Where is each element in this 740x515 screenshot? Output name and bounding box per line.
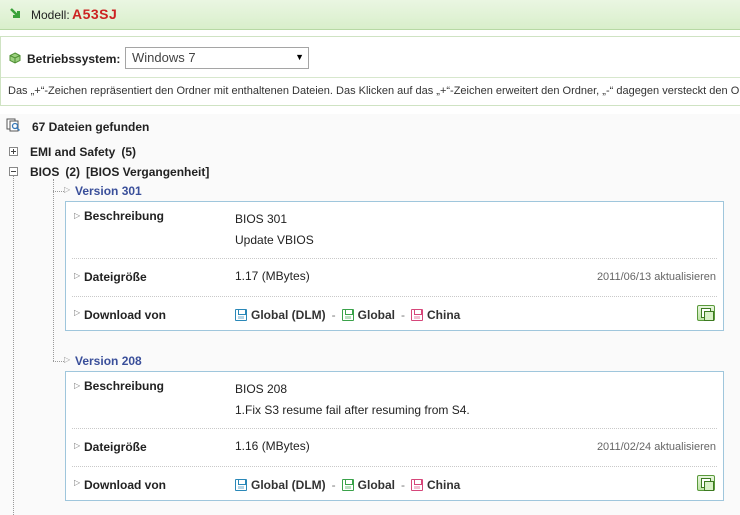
download-link-china[interactable]: China [411,478,460,492]
download-link-global[interactable]: Global [341,308,395,322]
category-bios[interactable]: BIOS (2) [BIOS Vergangenheit] [30,165,209,179]
os-select[interactable]: Windows 7 ▼ [125,47,309,69]
download-label: Download von [84,478,166,492]
save-disk-icon [411,309,423,321]
category-count: (5) [121,145,137,159]
description-row: ▷ Beschreibung BIOS 208 1.Fix S3 resume … [66,372,723,428]
row-bullet-icon: ▷ [74,381,81,390]
update-date: 2011/02/24 aktualisieren [596,441,716,453]
files-found-count: 67 Dateien gefunden [32,120,150,134]
description-label: Beschreibung [84,209,165,223]
download-link-china[interactable]: China [411,308,460,322]
category-name: EMI and Safety [30,145,116,159]
tree-arrow-icon: ▷ [64,355,71,364]
category-count: (2) [65,165,81,179]
save-disk-icon [235,479,247,491]
save-disk-icon [235,309,247,321]
filesize-value: 1.17 (MBytes) [235,269,310,283]
category-name: BIOS [30,165,60,179]
tree-line [13,176,14,515]
green-arrow-icon [10,8,20,18]
tree-arrow-icon: ▷ [64,185,71,194]
version-title[interactable]: Version 208 [75,354,142,368]
row-bullet-icon: ▷ [74,441,81,450]
version-detail-box: ▷ Beschreibung BIOS 208 1.Fix S3 resume … [65,371,724,501]
download-row: ▷ Download von Global (DLM) - Global - China [66,297,723,331]
save-disk-icon [341,309,354,321]
version-detail-box: ▷ Beschreibung BIOS 301 Update VBIOS ▷ D… [65,201,724,331]
filesize-label: Dateigröße [84,270,147,284]
download-link-global-dlm[interactable]: Global (DLM) [235,308,326,322]
search-files-icon [6,118,21,132]
row-bullet-icon: ▷ [74,211,81,220]
update-date: 2011/06/13 aktualisieren [596,271,716,283]
description-row: ▷ Beschreibung BIOS 301 Update VBIOS [66,202,723,258]
version-title[interactable]: Version 301 [75,184,142,198]
filesize-row: ▷ Dateigröße 1.17 (MBytes) 2011/06/13 ak… [66,259,723,296]
description-label: Beschreibung [84,379,165,393]
description-line: BIOS 208 [235,382,288,396]
download-label: Download von [84,308,166,322]
download-row: ▷ Download von Global (DLM) - Global - China [66,467,723,501]
tree-line [53,179,54,361]
row-bullet-icon: ▷ [74,308,81,317]
model-label: Modell: [31,8,70,22]
os-label: Betriebssystem: [27,52,121,66]
package-icon [9,52,21,64]
save-disk-icon [411,479,423,491]
hint-text: Das „+“-Zeichen repräsentiert den Ordner… [8,85,740,97]
divider [1,77,740,78]
os-panel: Betriebssystem: Windows 7 ▼ Das „+“-Zeic… [0,36,740,106]
download-link-global-dlm[interactable]: Global (DLM) [235,478,326,492]
filesize-label: Dateigröße [84,440,147,454]
collapse-toggle[interactable] [9,167,18,176]
description-line: Update VBIOS [235,233,314,247]
tree-line [53,191,64,192]
filesize-row: ▷ Dateigröße 1.16 (MBytes) 2011/02/24 ak… [66,429,723,466]
download-link-global[interactable]: Global [341,478,395,492]
category-extra: [BIOS Vergangenheit] [86,165,210,179]
download-links: Global (DLM) - Global - China [235,478,460,492]
expand-toggle[interactable] [9,147,18,156]
model-header: Modell: A53SJ [0,0,740,30]
description-line: BIOS 301 [235,212,288,226]
save-disk-icon [341,479,354,491]
model-value: A53SJ [72,6,118,22]
download-manager-icon[interactable] [697,305,715,321]
row-bullet-icon: ▷ [74,271,81,280]
tree-line [53,361,64,362]
description-line: 1.Fix S3 resume fail after resuming from… [235,403,470,417]
category-emi-safety[interactable]: EMI and Safety (5) [30,145,136,159]
download-links: Global (DLM) - Global - China [235,308,460,322]
os-selected-value: Windows 7 [132,50,196,65]
download-manager-icon[interactable] [697,475,715,491]
row-bullet-icon: ▷ [74,478,81,487]
filesize-value: 1.16 (MBytes) [235,439,310,453]
dropdown-caret-icon: ▼ [295,52,304,62]
